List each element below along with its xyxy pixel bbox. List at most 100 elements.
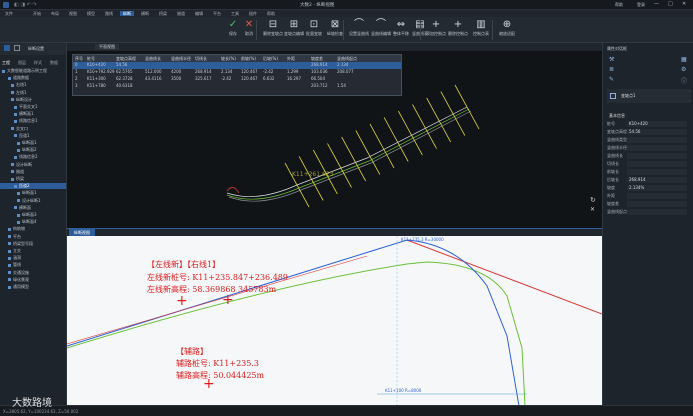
tree-item[interactable]: 纵断面3 [0,212,66,218]
menu-item[interactable]: 视图 [66,11,80,16]
tree-item[interactable]: 桥梁型号段 [0,241,66,247]
ribbon-button[interactable]: ⊟ 删除变坡点 [262,19,284,41]
ribbon-button[interactable]: ⌒ 竖曲线编辑 [370,19,392,41]
table-cell[interactable]: 1.54 [337,83,346,89]
table-row[interactable]: 1 K10+792.929 62.5765 512.000 4200 268.914 2.1… [73,69,401,76]
menu-item[interactable]: 模型 [84,11,98,16]
table-cell[interactable]: 54.56 [116,62,127,68]
menu-item[interactable]: 布局 [48,11,62,16]
menu-item[interactable]: 工具 [228,11,242,16]
panel-icon[interactable] [4,45,10,51]
table-cell[interactable]: -2.42 [263,69,273,75]
table-cell[interactable]: 512.000 [145,69,162,75]
property-value[interactable] [627,161,687,167]
menu-item[interactable]: 文件 [2,11,16,16]
table-cell[interactable]: 3 [75,83,78,89]
tree-item[interactable]: 纵断面1 [0,190,66,196]
ribbon-button[interactable]: + 删除控制点 [447,19,469,41]
ribbon-button[interactable]: ⊕ 缩放适配 [496,19,518,41]
table-cell[interactable]: 2.134 [221,69,232,75]
left-tab[interactable]: 图层 [18,60,26,66]
tree-item[interactable]: 道路数据 [0,75,66,81]
tree-item[interactable]: 绿化景观 [0,277,66,283]
account-link[interactable]: 登录 [637,2,645,8]
table-cell[interactable]: 208.077 [337,69,354,75]
tree-item[interactable]: 立交 [0,248,66,254]
table-cell[interactable]: 4200 [171,69,181,75]
property-value[interactable] [627,209,687,215]
tree-item[interactable]: 隧道 [0,169,66,175]
table-cell[interactable]: 43.4116 [145,76,162,82]
menu-item[interactable]: 纵断 [120,11,134,16]
menu-item[interactable]: 平台 [210,11,224,16]
tree-item[interactable]: 横断面1 [0,111,66,117]
table-cell[interactable]: K10+792.929 [87,69,115,75]
property-value[interactable]: 2.134% [627,185,687,191]
table-cell[interactable]: 103.036 [311,69,328,75]
tree-item[interactable]: 桥梁 [0,176,66,182]
maximize-icon[interactable]: □ [668,1,673,7]
table-cell[interactable]: -2.42 [221,76,231,82]
property-value[interactable] [627,193,687,199]
tree-item[interactable]: 设计纵断 [0,162,66,168]
layer-icon[interactable]: ≣ [609,66,614,73]
table-cell[interactable]: 16.297 [287,76,301,82]
quick-access-icon[interactable]: ◧ ◨ ↶ ↷ [14,2,37,8]
tree-item[interactable]: 交通设施 [0,270,66,276]
ribbon-button[interactable]: ⌒ 设置竖曲线 [348,19,370,41]
ribbon-button[interactable]: ⊞ 变坡点编辑 [283,19,305,41]
tree-item[interactable]: 纵断设计 [0,97,66,103]
menu-item[interactable]: 帮助 [264,11,278,16]
tree-item[interactable]: 大数智能道路示例工程 [0,68,66,74]
style-icon[interactable]: ✎ [609,76,614,83]
tree-item[interactable]: 交叉口 [0,126,66,132]
tree-item[interactable]: 通用模型 [0,284,66,290]
table-cell[interactable]: 1 [75,69,78,75]
tree-item[interactable]: 设计纵断1 [0,198,66,204]
tree-item[interactable]: 管线 [0,262,66,268]
menu-item[interactable]: 编辑 [192,11,206,16]
panel-icon[interactable] [14,45,20,51]
property-value[interactable]: K10+420 [627,121,687,127]
tree-item[interactable]: 匝道2 [0,183,66,190]
ribbon-button[interactable]: ⊡ 批量变坡 [303,19,325,41]
table-cell[interactable]: 120.467 [241,76,258,82]
tree-item[interactable]: 纵断面4 [0,219,66,225]
wrench-icon[interactable]: ⚒ [609,56,614,63]
tree-item[interactable]: 线路信息1 [0,118,66,124]
menu-item[interactable]: 路线 [102,11,116,16]
tree-item[interactable]: 平面交叉1 [0,104,66,110]
tree-item[interactable]: 构筑物 [0,226,66,232]
minimize-icon[interactable]: — [654,1,659,7]
table-row[interactable]: 0 K10+420 54.56 268.914 2.134 [73,62,401,69]
property-value[interactable] [627,201,687,207]
profile-view[interactable]: 纵断视图 K11+235.3 R=30000 K11+100 R=8000 【左… [67,228,602,406]
table-cell[interactable]: 1.299 [287,69,298,75]
table-row[interactable]: 3 K11+780 40.6318 203.712 1.54 [73,83,401,90]
menu-item[interactable]: 桥梁 [156,11,170,16]
table-cell[interactable]: 120.467 [241,69,258,75]
tree-item[interactable]: 左线1 [0,90,66,96]
table-cell[interactable]: 2.134 [337,62,348,68]
menu-item[interactable]: 开始 [30,11,44,16]
tree-item[interactable]: 涵洞 [0,255,66,261]
left-tab[interactable]: 工程 [2,60,10,66]
table-cell[interactable]: K11+780 [87,83,106,89]
help-link[interactable]: 帮助 [615,2,623,8]
property-value[interactable]: 268.914 [627,177,687,183]
property-value[interactable]: 54.56 [627,129,687,135]
property-value[interactable] [627,153,687,159]
settings-icon[interactable]: ⚙ [681,66,686,73]
tree-item[interactable]: 平台 [0,234,66,240]
property-value[interactable] [627,145,687,151]
table-cell[interactable]: 6.632 [263,76,274,82]
tree-item[interactable]: 纵断面1 [0,140,66,146]
table-cell[interactable]: 62.3728 [116,76,133,82]
table-cell[interactable]: 268.914 [311,62,328,68]
property-value[interactable] [627,137,687,143]
table-row[interactable]: 2 K11+300 62.3728 43.4116 3500 325.617 -2.42 12… [73,76,401,83]
table-cell[interactable]: 40.6318 [116,83,133,89]
property-value[interactable] [627,169,687,175]
table-cell[interactable]: 325.617 [195,76,212,82]
tree-item[interactable]: 匝道1 [0,133,66,139]
